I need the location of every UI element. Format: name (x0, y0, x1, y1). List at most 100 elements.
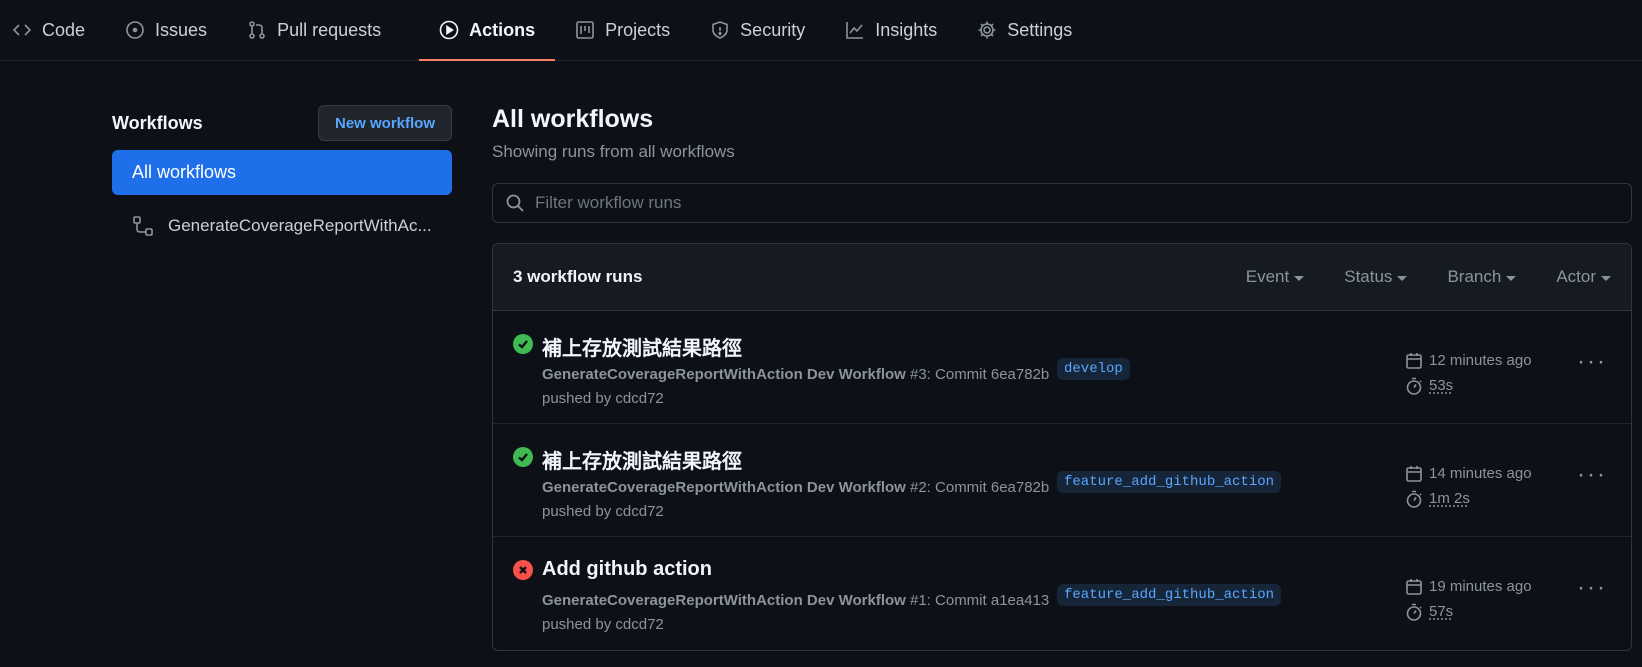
run-title[interactable]: 補上存放測試結果路徑 (542, 445, 742, 474)
tab-code[interactable]: Code (12, 0, 105, 60)
run-time-ago: 14 minutes ago (1429, 465, 1532, 482)
run-time-ago: 12 minutes ago (1429, 352, 1532, 369)
caret-down-icon (1397, 275, 1408, 281)
status-filter[interactable]: Status (1344, 267, 1408, 287)
workflow-run-row[interactable]: 補上存放測試結果路徑 GenerateCoverageReportWithAct… (493, 311, 1631, 424)
tab-issues[interactable]: Issues (125, 0, 227, 60)
page-title: All workflows (492, 105, 654, 133)
run-duration: 1m 2s (1429, 490, 1470, 507)
run-duration: 57s (1429, 603, 1454, 620)
repo-nav: Code Issues Pull requests Actions Projec… (0, 0, 1642, 61)
success-icon (513, 334, 533, 354)
failure-icon (513, 560, 533, 580)
kebab-menu-icon[interactable]: ··· (1577, 350, 1607, 374)
workflow-name: GenerateCoverageReportWithAction Dev Wor… (542, 366, 906, 383)
sidebar-item-all-workflows[interactable]: All workflows (112, 150, 452, 195)
workflow-icon (133, 215, 153, 236)
run-title[interactable]: 補上存放測試結果路徑 (542, 332, 742, 361)
stopwatch-icon (1406, 603, 1422, 621)
tab-label: Settings (1007, 19, 1073, 40)
filter-input[interactable] (535, 193, 1135, 213)
tab-label: Issues (155, 19, 208, 40)
tab-label: Code (42, 19, 86, 40)
search-icon (506, 194, 524, 212)
run-duration: 53s (1429, 377, 1454, 394)
pull-request-icon (249, 21, 265, 39)
stopwatch-icon (1406, 377, 1422, 395)
calendar-icon (1406, 352, 1422, 369)
sidebar-item-workflow[interactable]: GenerateCoverageReportWithAc... (112, 203, 452, 248)
pushed-by: pushed by cdcd72 (542, 503, 664, 520)
caret-down-icon (1601, 275, 1611, 281)
tab-label: Security (740, 19, 806, 40)
shield-icon (712, 21, 728, 39)
play-icon (439, 20, 459, 40)
tab-label: Insights (875, 19, 938, 40)
workflow-run-row[interactable]: 補上存放測試結果路徑 GenerateCoverageReportWithAct… (493, 424, 1631, 537)
sidebar-item-label: GenerateCoverageReportWithAc... (168, 215, 432, 235)
filter-label: Actor (1556, 267, 1596, 286)
filter-label: Status (1344, 267, 1393, 286)
run-description: GenerateCoverageReportWithAction Dev Wor… (542, 589, 1049, 613)
tab-insights[interactable]: Insights (845, 0, 957, 60)
tab-security[interactable]: Security (710, 0, 825, 60)
code-icon (12, 24, 32, 36)
calendar-icon (1406, 578, 1422, 595)
filter-label: Branch (1447, 267, 1502, 286)
new-workflow-button[interactable]: New workflow (317, 105, 452, 141)
tab-label: Actions (469, 19, 536, 40)
workflows-sidebar: Workflows New workflow All workflows Gen… (112, 105, 452, 248)
graph-icon (846, 22, 864, 39)
tab-label: Pull requests (277, 19, 382, 40)
runs-table: 3 workflow runs Event Status Branch Acto… (492, 243, 1632, 651)
run-title[interactable]: Add github action (542, 558, 712, 581)
actor-filter[interactable]: Actor (1556, 267, 1611, 287)
caret-down-icon (1506, 275, 1517, 281)
run-times: 12 minutes ago 53s (1405, 348, 1532, 398)
tab-actions[interactable]: Actions (419, 0, 556, 61)
issue-icon (126, 21, 144, 39)
run-detail: #1: Commit a1ea413 (905, 592, 1050, 609)
filter-label: Event (1245, 267, 1290, 286)
filter-dropdowns: Event Status Branch Actor (1246, 267, 1611, 287)
run-times: 19 minutes ago 57s (1405, 574, 1532, 624)
sidebar-header: Workflows New workflow (112, 105, 452, 141)
filter-runs[interactable] (492, 183, 1632, 223)
pushed-by: pushed by cdcd72 (542, 390, 664, 407)
run-description: GenerateCoverageReportWithAction Dev Wor… (542, 363, 1049, 387)
tab-pull-requests[interactable]: Pull requests (247, 0, 401, 60)
workflow-name: GenerateCoverageReportWithAction Dev Wor… (542, 479, 906, 496)
event-filter[interactable]: Event (1245, 267, 1305, 287)
gear-icon (978, 21, 996, 39)
run-times: 14 minutes ago 1m 2s (1405, 461, 1532, 511)
branch-filter[interactable]: Branch (1447, 267, 1517, 287)
kebab-menu-icon[interactable]: ··· (1577, 463, 1607, 487)
branch-label[interactable]: develop (1057, 358, 1130, 380)
runs-count: 3 workflow runs (513, 267, 643, 286)
tab-label: Projects (605, 19, 671, 40)
runs-header: 3 workflow runs Event Status Branch Acto… (493, 244, 1631, 311)
run-detail: #3: Commit 6ea782b (905, 366, 1050, 383)
workflow-run-row[interactable]: Add github action GenerateCoverageReport… (493, 537, 1631, 650)
pushed-by: pushed by cdcd72 (542, 616, 664, 633)
caret-down-icon (1294, 275, 1305, 281)
sidebar-item-label: All workflows (132, 162, 237, 182)
tab-settings[interactable]: Settings (977, 0, 1092, 60)
run-description: GenerateCoverageReportWithAction Dev Wor… (542, 476, 1049, 500)
run-meta: GenerateCoverageReportWithAction Dev Wor… (542, 476, 1049, 524)
branch-label[interactable]: feature_add_github_action (1057, 471, 1282, 493)
kebab-menu-icon[interactable]: ··· (1577, 576, 1607, 600)
sidebar-title: Workflows (112, 112, 203, 133)
run-detail: #2: Commit 6ea782b (905, 479, 1050, 496)
stopwatch-icon (1406, 490, 1422, 508)
tab-projects[interactable]: Projects (575, 0, 690, 60)
run-meta: GenerateCoverageReportWithAction Dev Wor… (542, 363, 1049, 411)
main-content: All workflows Showing runs from all work… (492, 105, 1632, 651)
workflow-name: GenerateCoverageReportWithAction Dev Wor… (542, 592, 906, 609)
page-subtitle: Showing runs from all workflows (492, 142, 735, 161)
calendar-icon (1406, 465, 1422, 482)
run-time-ago: 19 minutes ago (1429, 578, 1532, 595)
project-icon (576, 21, 594, 39)
success-icon (513, 447, 533, 467)
branch-label[interactable]: feature_add_github_action (1057, 584, 1282, 606)
